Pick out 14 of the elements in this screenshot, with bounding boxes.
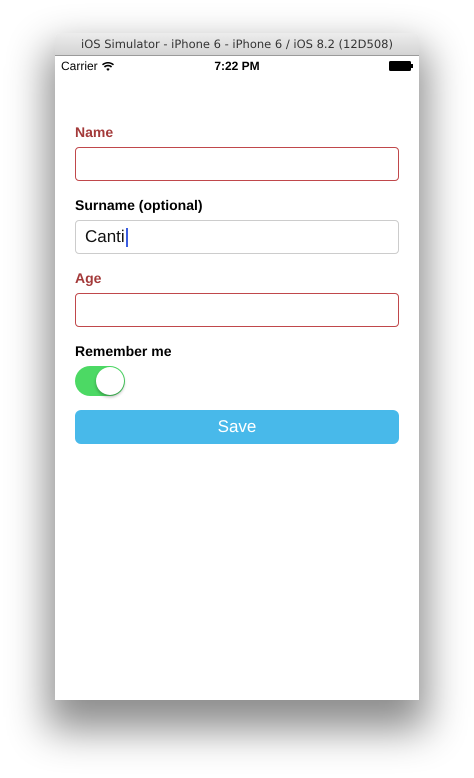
window-title: iOS Simulator - iPhone 6 - iPhone 6 / iOS 8.2 (12D508) <box>81 37 393 51</box>
battery-icon <box>389 61 413 71</box>
input-field[interactable]: Canti <box>75 220 399 254</box>
toggle-switch[interactable] <box>75 366 125 396</box>
text-cursor <box>126 228 128 246</box>
field-label: Surname (optional) <box>75 197 204 213</box>
input-field[interactable] <box>75 293 399 327</box>
toggle-label: Remember me <box>75 343 172 359</box>
carrier-label: Carrier <box>61 59 98 73</box>
clock-time: 7:22 PM <box>214 59 260 73</box>
wifi-icon <box>102 62 114 70</box>
field-label: Name <box>75 124 114 140</box>
input-field[interactable] <box>75 147 399 181</box>
field-label: Age <box>75 270 102 286</box>
